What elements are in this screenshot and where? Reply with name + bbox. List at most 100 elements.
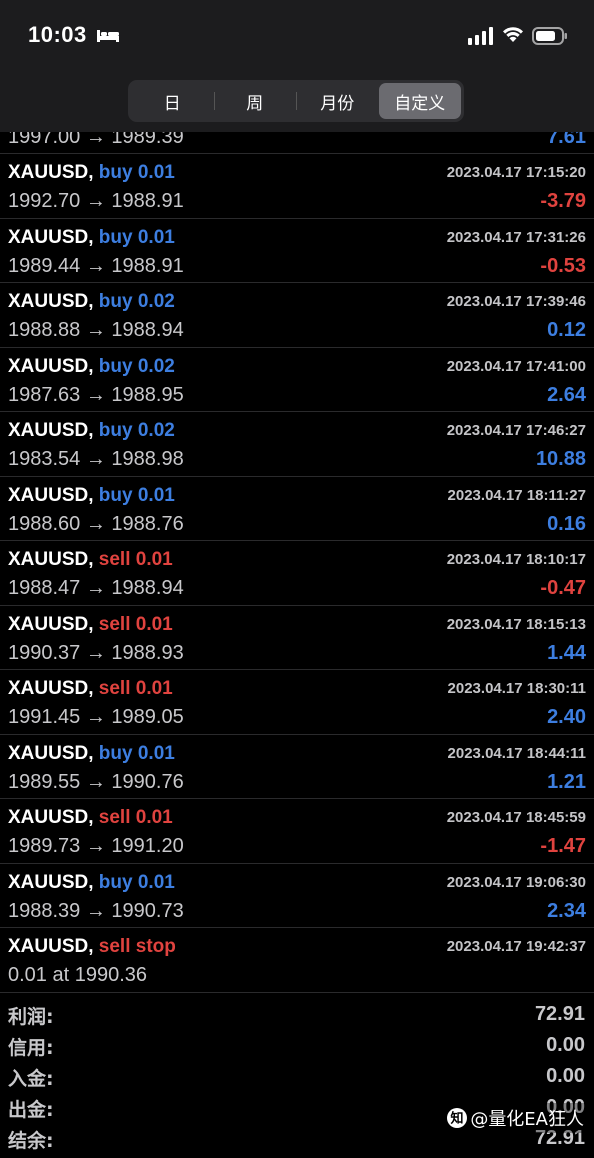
deal-side: sell 0.01 — [98, 549, 173, 570]
deal-symbol-text: XAUUSD, — [8, 355, 94, 377]
deal-prices: 0.01 at 1990.36 — [8, 964, 148, 986]
deal-side: buy 0.02 — [98, 355, 175, 377]
summary-label: 出金: — [8, 1099, 54, 1121]
deal-time: 2023.04.17 19:42:37 — [446, 938, 586, 955]
deal-row[interactable]: XAUUSD, buy 0.02 2023.04.17 17:41:00 1987.… — [0, 348, 594, 412]
deal-time: 2023.04.17 17:39:46 — [446, 293, 586, 310]
deal-side: buy 0.02 — [98, 291, 175, 312]
deal-symbol: XAUUSD, sell 0.01 — [8, 678, 173, 700]
deal-symbol-text: XAUUSD, — [8, 484, 94, 506]
deal-side: sell stop — [98, 936, 176, 957]
deal-time: 2023.04.17 18:10:17 — [446, 551, 586, 568]
deal-symbol: XAUUSD, sell 0.01 — [8, 807, 173, 829]
deal-profit: 0.16 — [547, 512, 586, 535]
tab-month[interactable]: 月份 — [296, 83, 379, 119]
cellular-signal-icon — [468, 27, 493, 45]
deal-side: buy 0.02 — [98, 420, 175, 441]
wifi-icon — [503, 27, 523, 42]
deal-side: sell 0.01 — [98, 613, 173, 635]
header: 10:03 日 周 月份 自定义 — [0, 0, 594, 132]
deal-side: buy 0.01 — [98, 484, 175, 506]
status-bar: 10:03 — [0, 0, 594, 72]
deal-time: 2023.04.17 17:46:27 — [446, 422, 586, 439]
deal-symbol-text: XAUUSD, — [8, 936, 94, 957]
deal-row[interactable]: XAUUSD, sell stop 2023.04.17 19:42:37 0.01… — [0, 928, 594, 993]
deal-symbol: XAUUSD, sell 0.01 — [8, 614, 173, 636]
deal-symbol: XAUUSD, buy 0.01 — [8, 872, 175, 894]
deal-row[interactable]: XAUUSD, buy 0.01 2023.04.17 17:15:20 1992.… — [0, 154, 594, 219]
deal-symbol: XAUUSD, buy 0.02 — [8, 356, 175, 378]
deal-profit: 0.12 — [547, 319, 586, 341]
deal-prices: 1983.54 → 1988.98 — [8, 448, 184, 470]
deal-row[interactable]: XAUUSD, buy 0.01 2023.04.17 18:44:11 1989.… — [0, 735, 594, 799]
deal-side: sell 0.01 — [98, 678, 173, 699]
deal-row[interactable]: XAUUSD, sell 0.01 2023.04.17 18:10:17 1988… — [0, 541, 594, 606]
deal-profit: -0.47 — [540, 577, 586, 599]
deal-profit: 2.40 — [547, 706, 586, 728]
deal-prices: 1989.73 → 1991.20 — [8, 835, 184, 857]
deal-row[interactable]: XAUUSD, sell 0.01 2023.04.17 18:30:11 1991… — [0, 670, 594, 735]
deal-list[interactable]: 1997.00 → 1989.39 7.61 XAUUSD, buy 0.01 2… — [0, 90, 594, 993]
tab-custom[interactable]: 自定义 — [378, 83, 461, 119]
period-segmented-control[interactable]: 日 周 月份 自定义 — [128, 80, 464, 122]
deal-prices: 1989.55 → 1990.76 — [8, 770, 184, 793]
deal-row[interactable]: XAUUSD, buy 0.01 2023.04.17 19:06:30 1988.… — [0, 864, 594, 928]
deal-profit: 2.34 — [547, 899, 586, 922]
tab-day[interactable]: 日 — [131, 83, 214, 119]
deal-symbol-text: XAUUSD, — [8, 291, 94, 312]
summary-value: 72.91 — [534, 1003, 585, 1025]
deal-profit: 1.44 — [547, 641, 586, 664]
deal-symbol: XAUUSD, buy 0.01 — [8, 227, 175, 249]
summary-label: 利润: — [8, 1006, 54, 1028]
deal-symbol: XAUUSD, buy 0.01 — [8, 162, 175, 184]
deal-side: buy 0.01 — [98, 162, 175, 183]
deal-symbol: XAUUSD, buy 0.01 — [8, 485, 175, 507]
summary-label: 结余: — [8, 1130, 54, 1152]
zhihu-icon: 知 — [447, 1108, 468, 1128]
deal-prices: 1990.37 → 1988.93 — [8, 641, 184, 664]
deal-symbol: XAUUSD, buy 0.02 — [8, 420, 175, 442]
deal-symbol-text: XAUUSD, — [8, 613, 94, 635]
summary-label: 信用: — [8, 1037, 54, 1059]
deal-profit: 1.21 — [547, 770, 586, 793]
deal-time: 2023.04.17 18:45:59 — [446, 809, 586, 826]
deal-prices: 1991.45 → 1989.05 — [8, 706, 184, 728]
deal-time: 2023.04.17 18:11:27 — [447, 486, 586, 504]
deal-side: buy 0.01 — [98, 871, 175, 893]
deal-time: 2023.04.17 18:44:11 — [447, 744, 586, 762]
deal-row[interactable]: XAUUSD, buy 0.02 2023.04.17 17:39:46 1988.… — [0, 283, 594, 348]
deal-row[interactable]: XAUUSD, sell 0.01 2023.04.17 18:15:13 1990… — [0, 606, 594, 670]
deal-symbol: XAUUSD, sell 0.01 — [8, 549, 173, 571]
deal-time: 2023.04.17 18:15:13 — [446, 615, 586, 633]
summary-row: 信用: 0.00 — [0, 1031, 594, 1062]
deal-prices: 1988.88 → 1988.94 — [8, 319, 184, 341]
deal-symbol-text: XAUUSD, — [8, 871, 94, 893]
deal-symbol-text: XAUUSD, — [8, 807, 94, 828]
deal-time: 2023.04.17 19:06:30 — [446, 873, 586, 891]
deal-row[interactable]: XAUUSD, buy 0.01 2023.04.17 18:11:27 1988.… — [0, 477, 594, 541]
deal-prices: 1989.44 → 1988.91 — [8, 254, 184, 277]
deal-row[interactable]: XAUUSD, sell 0.01 2023.04.17 18:45:59 1989… — [0, 799, 594, 864]
deal-symbol-text: XAUUSD, — [8, 420, 94, 441]
summary-value: 0.00 — [546, 1034, 585, 1056]
deal-prices: 1987.63 → 1988.95 — [8, 383, 184, 406]
deal-prices: 1992.70 → 1988.91 — [8, 190, 184, 212]
watermark: 知 @量化EA狂人 — [442, 1103, 588, 1133]
deal-side: buy 0.01 — [98, 742, 175, 764]
deal-time: 2023.04.17 17:15:20 — [446, 164, 586, 181]
deal-row[interactable]: XAUUSD, buy 0.02 2023.04.17 17:46:27 1983.… — [0, 412, 594, 477]
deal-symbol: XAUUSD, buy 0.01 — [8, 743, 175, 765]
deal-symbol: XAUUSD, buy 0.02 — [8, 291, 175, 313]
tab-week[interactable]: 周 — [213, 83, 297, 119]
deal-row[interactable]: XAUUSD, buy 0.01 2023.04.17 17:31:26 1989.… — [0, 219, 594, 283]
deal-time: 2023.04.17 18:30:11 — [447, 680, 586, 697]
watermark-text: @量化EA狂人 — [470, 1109, 584, 1130]
status-time: 10:03 — [28, 22, 87, 47]
deal-profit: 10.88 — [535, 448, 586, 470]
deal-symbol: XAUUSD, sell stop — [8, 936, 176, 958]
deal-time: 2023.04.17 17:41:00 — [446, 357, 586, 375]
summary-label: 入金: — [8, 1068, 54, 1090]
deal-profit: 2.64 — [547, 383, 586, 406]
summary-value: 0.00 — [546, 1065, 585, 1087]
sleep-focus-icon — [97, 30, 119, 42]
